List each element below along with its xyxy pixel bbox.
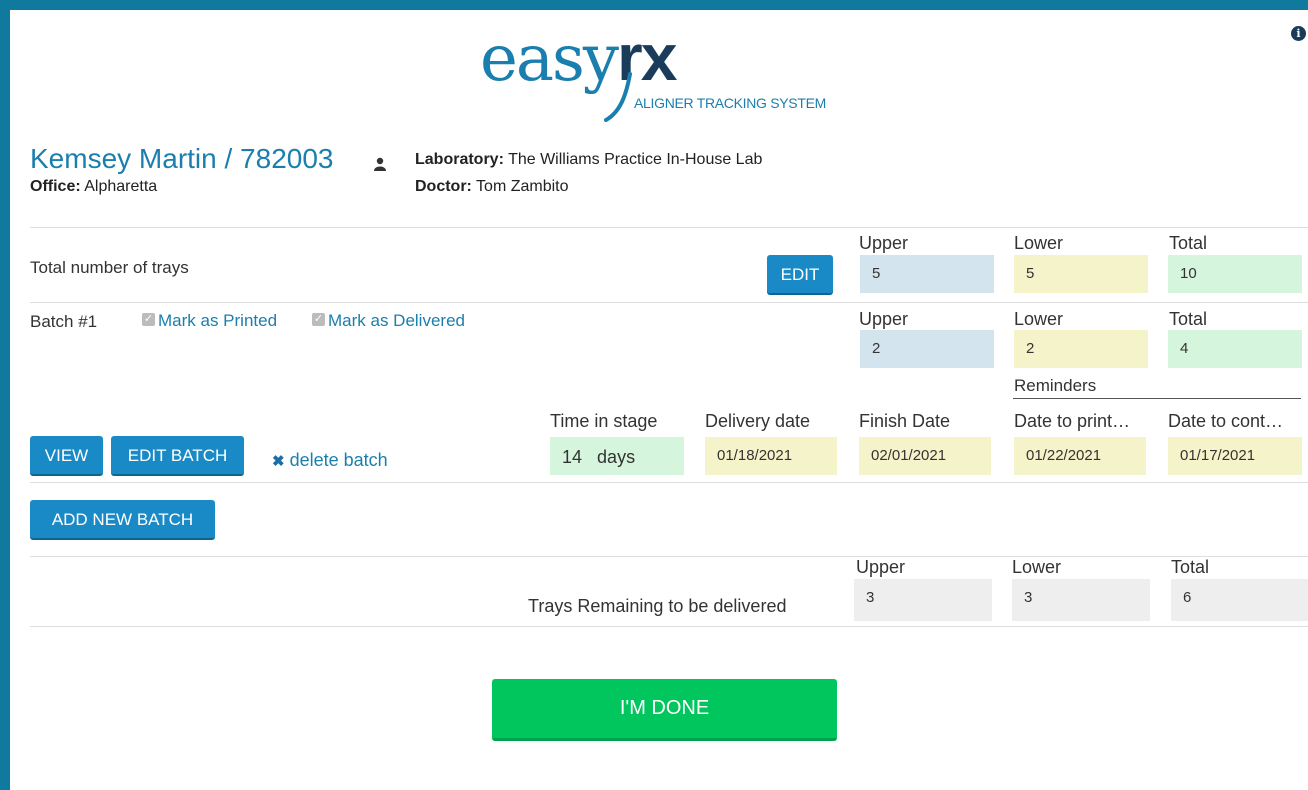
batch-upper-field[interactable]: 2 <box>860 330 994 368</box>
batch-lower-label: Lower <box>1014 309 1064 329</box>
checkbox-icon: ✓ <box>142 313 155 327</box>
edit-trays-button[interactable]: EDIT <box>767 255 833 295</box>
divider <box>30 556 1308 557</box>
logo: easyrx <box>480 20 677 96</box>
patient-name: Kemsey Martin / 782003 <box>30 143 334 174</box>
batch-upper-label: Upper <box>859 309 909 329</box>
finish-date-label: Finish Date <box>859 411 951 431</box>
office-value: Alpharetta <box>84 178 158 195</box>
divider <box>30 302 1308 303</box>
doctor-label: Doctor: <box>415 178 472 195</box>
remaining-label: Trays Remaining to be delivered <box>528 596 787 616</box>
mark-delivered-link[interactable]: ✓ Mark as Delivered <box>312 311 465 331</box>
lab-value: The Williams Practice In-House Lab <box>508 151 763 168</box>
trays-label: Total number of trays <box>30 258 189 277</box>
remaining-lower-field: 3 <box>1012 579 1150 621</box>
doctor-info: Doctor: Tom Zambito <box>415 178 569 196</box>
lab-label: Laboratory: <box>415 151 504 168</box>
add-new-batch-button[interactable]: ADD NEW BATCH <box>30 500 215 540</box>
logo-subtitle: ALIGNER TRACKING SYSTEM <box>634 95 826 111</box>
trays-upper-field[interactable]: 5 <box>860 255 994 293</box>
mark-printed-link[interactable]: ✓ Mark as Printed <box>142 311 277 331</box>
user-icon <box>374 157 386 171</box>
close-icon: ✖ <box>272 453 285 470</box>
delete-batch-label: delete batch <box>289 450 388 470</box>
remaining-upper-label: Upper <box>856 557 906 577</box>
office-info: Office: Alpharetta <box>30 178 157 196</box>
remaining-lower-label: Lower <box>1012 557 1062 577</box>
remaining-total-label: Total <box>1171 557 1210 577</box>
trays-upper-label: Upper <box>859 233 909 253</box>
remaining-total-field: 6 <box>1171 579 1308 621</box>
divider <box>30 482 1308 483</box>
divider <box>30 227 1308 228</box>
lab-info: Laboratory: The Williams Practice In-Hou… <box>415 151 762 169</box>
delete-batch-link[interactable]: ✖ delete batch <box>272 450 388 471</box>
date-to-print-label: Date to print… <box>1014 411 1131 431</box>
done-button[interactable]: I'M DONE <box>492 679 837 741</box>
mark-delivered-label: Mark as Delivered <box>328 311 465 330</box>
batch-title: Batch #1 <box>30 312 98 331</box>
time-in-stage-field[interactable]: 14 days <box>550 437 684 475</box>
trays-total-field[interactable]: 10 <box>1168 255 1302 293</box>
mark-printed-label: Mark as Printed <box>158 311 278 330</box>
main-panel: i easyrx ALIGNER TRACKING SYSTEM Kemsey … <box>10 10 1308 790</box>
batch-total-label: Total <box>1169 309 1208 329</box>
doctor-value: Tom Zambito <box>476 178 569 195</box>
batch-total-field[interactable]: 4 <box>1168 330 1302 368</box>
delivery-date-label: Delivery date <box>705 411 811 431</box>
reminders-label: Reminders <box>1014 376 1097 395</box>
trays-total-label: Total <box>1169 233 1208 253</box>
office-label: Office: <box>30 178 81 195</box>
view-button[interactable]: VIEW <box>30 436 103 476</box>
date-to-contact-field[interactable]: 01/17/2021 <box>1168 437 1302 475</box>
trays-lower-field[interactable]: 5 <box>1014 255 1148 293</box>
reminders-divider <box>1013 398 1301 399</box>
info-icon[interactable]: i <box>1291 26 1306 41</box>
time-in-stage-label: Time in stage <box>550 411 658 431</box>
logo-easy-text: easy <box>480 22 619 96</box>
remaining-upper-field: 3 <box>854 579 992 621</box>
batch-lower-field[interactable]: 2 <box>1014 330 1148 368</box>
date-to-print-field[interactable]: 01/22/2021 <box>1014 437 1146 475</box>
delivery-date-field[interactable]: 01/18/2021 <box>705 437 837 475</box>
checkbox-icon: ✓ <box>312 313 325 327</box>
time-in-stage-value: 14 <box>562 447 583 467</box>
trays-lower-label: Lower <box>1014 233 1064 253</box>
time-in-stage-unit: days <box>597 447 636 467</box>
finish-date-field[interactable]: 02/01/2021 <box>859 437 991 475</box>
date-to-contact-label: Date to cont… <box>1168 411 1284 431</box>
edit-batch-button[interactable]: EDIT BATCH <box>111 436 244 476</box>
divider <box>30 626 1308 627</box>
